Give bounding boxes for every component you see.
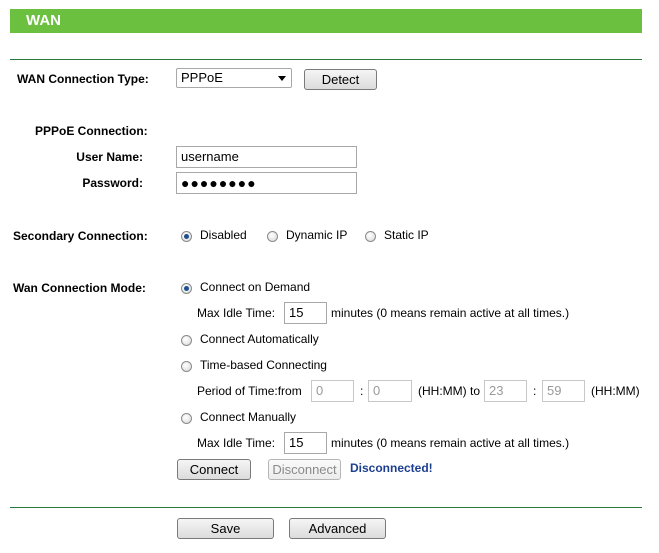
password-label: Password: <box>82 176 143 190</box>
username-input[interactable]: username <box>176 146 357 168</box>
secondary-disabled-radio[interactable] <box>181 231 192 242</box>
hhmm-to-label: (HH:MM) to <box>418 384 480 398</box>
secondary-disabled-label: Disabled <box>200 228 247 242</box>
max-idle-label-1: Max Idle Time: <box>197 306 276 320</box>
mode-manually-radio[interactable] <box>181 413 192 424</box>
idle-note-2: minutes (0 means remain active at all ti… <box>331 436 570 450</box>
idle-note-1: minutes (0 means remain active at all ti… <box>331 306 570 320</box>
from-hour-input[interactable]: 0 <box>311 380 354 402</box>
hhmm-end-label: (HH:MM) <box>591 384 640 398</box>
from-separator: : <box>360 384 364 398</box>
to-hour-input[interactable]: 23 <box>484 380 527 402</box>
save-button[interactable]: Save <box>177 518 274 539</box>
page-title: WAN <box>10 9 642 33</box>
max-idle-label-2: Max Idle Time: <box>197 436 276 450</box>
secondary-dynamic-ip-label: Dynamic IP <box>286 228 348 242</box>
username-label: User Name: <box>76 150 143 164</box>
period-label: Period of Time:from <box>197 384 302 398</box>
secondary-dynamic-ip-radio[interactable] <box>267 231 278 242</box>
detect-button[interactable]: Detect <box>304 69 377 90</box>
mode-time-based-radio[interactable] <box>181 361 192 372</box>
disconnect-button[interactable]: Disconnect <box>268 459 341 480</box>
pppoe-section-label: PPPoE Connection: <box>35 124 148 138</box>
chevron-down-icon <box>278 76 286 81</box>
mode-automatically-label: Connect Automatically <box>200 332 319 346</box>
connection-status: Disconnected! <box>350 461 433 475</box>
secondary-static-ip-label: Static IP <box>384 228 429 242</box>
wan-type-label: WAN Connection Type: <box>17 72 149 86</box>
max-idle-input-2[interactable]: 15 <box>284 432 327 454</box>
mode-on-demand-label: Connect on Demand <box>200 280 311 294</box>
to-minute-input[interactable]: 59 <box>542 380 585 402</box>
mode-manually-label: Connect Manually <box>200 410 297 424</box>
mode-automatically-radio[interactable] <box>181 335 192 346</box>
connect-button[interactable]: Connect <box>177 459 251 480</box>
wan-mode-label: Wan Connection Mode: <box>13 281 146 295</box>
divider-bottom <box>10 507 642 508</box>
advanced-button[interactable]: Advanced <box>289 518 386 539</box>
mode-time-based-label: Time-based Connecting <box>200 358 327 372</box>
wan-type-value: PPPoE <box>181 70 223 85</box>
mode-on-demand-radio[interactable] <box>181 283 192 294</box>
secondary-static-ip-radio[interactable] <box>365 231 376 242</box>
password-input[interactable]: ●●●●●●●● <box>176 172 357 194</box>
from-minute-input[interactable]: 0 <box>368 380 412 402</box>
to-separator: : <box>533 384 537 398</box>
max-idle-input-1[interactable]: 15 <box>284 302 327 324</box>
wan-type-select[interactable]: PPPoE <box>176 68 292 88</box>
divider-top <box>10 59 642 60</box>
secondary-connection-label: Secondary Connection: <box>13 229 148 243</box>
